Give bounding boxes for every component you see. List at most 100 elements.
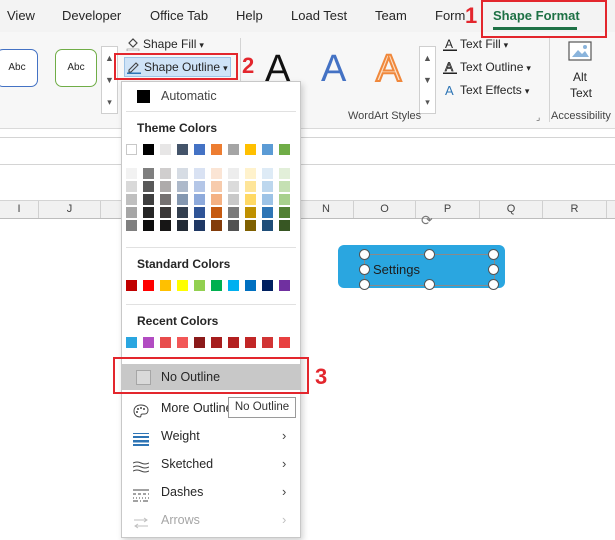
theme-shade-swatch[interactable] xyxy=(177,207,188,218)
theme-shade-swatch[interactable] xyxy=(262,194,273,205)
recent-color-swatch[interactable] xyxy=(211,337,222,348)
tab-view[interactable]: View xyxy=(7,0,35,32)
theme-shade-swatch[interactable] xyxy=(262,181,273,192)
theme-shade-swatch[interactable] xyxy=(211,207,222,218)
text-outline-button[interactable]: A Text Outline ▾ xyxy=(443,57,531,77)
tab-developer[interactable]: Developer xyxy=(62,0,121,32)
theme-shade-swatch[interactable] xyxy=(211,168,222,179)
wordart-styles-scroll[interactable]: ▲ ▼ ▾ xyxy=(419,46,436,114)
theme-shade-swatch[interactable] xyxy=(126,181,137,192)
shape-style-preset-1[interactable]: Abc xyxy=(0,49,38,87)
theme-color-swatch[interactable] xyxy=(143,144,154,155)
theme-shade-swatch[interactable] xyxy=(262,207,273,218)
theme-shade-swatch[interactable] xyxy=(262,168,273,179)
theme-shade-swatch[interactable] xyxy=(194,194,205,205)
theme-shade-swatch[interactable] xyxy=(228,181,239,192)
alt-text-icon[interactable] xyxy=(567,40,595,64)
standard-color-swatch[interactable] xyxy=(262,280,273,291)
dashes-item[interactable]: Dashes › xyxy=(122,479,300,505)
standard-color-swatch[interactable] xyxy=(279,280,290,291)
recent-color-swatch[interactable] xyxy=(228,337,239,348)
recent-color-swatch[interactable] xyxy=(245,337,256,348)
standard-color-swatch[interactable] xyxy=(245,280,256,291)
resize-handle[interactable] xyxy=(359,264,370,275)
resize-handle[interactable] xyxy=(359,249,370,260)
theme-shade-swatch[interactable] xyxy=(245,220,256,231)
scroll-up-icon[interactable]: ▲ xyxy=(420,47,435,69)
column-header-n[interactable]: N xyxy=(299,201,354,218)
weight-item[interactable]: Weight › xyxy=(122,423,300,449)
scroll-down-icon[interactable]: ▼ xyxy=(420,69,435,91)
resize-handle[interactable] xyxy=(488,249,499,260)
recent-color-swatch[interactable] xyxy=(177,337,188,348)
theme-color-swatch[interactable] xyxy=(245,144,256,155)
theme-shade-swatch[interactable] xyxy=(279,220,290,231)
theme-color-swatch[interactable] xyxy=(126,144,137,155)
theme-shade-swatch[interactable] xyxy=(245,181,256,192)
text-effects-button[interactable]: A Text Effects ▾ xyxy=(443,80,529,100)
column-header-o[interactable]: O xyxy=(354,201,416,218)
dialog-launcher-icon[interactable]: ⌟ xyxy=(536,112,540,123)
column-header-i[interactable]: I xyxy=(0,201,39,218)
theme-shade-swatch[interactable] xyxy=(126,168,137,179)
standard-color-swatch[interactable] xyxy=(160,280,171,291)
theme-color-swatch[interactable] xyxy=(279,144,290,155)
theme-shade-swatch[interactable] xyxy=(177,220,188,231)
theme-shade-swatch[interactable] xyxy=(211,220,222,231)
alt-text-label-line2[interactable]: Text xyxy=(570,86,592,100)
theme-shade-swatch[interactable] xyxy=(194,207,205,218)
theme-color-swatch[interactable] xyxy=(262,144,273,155)
theme-shade-swatch[interactable] xyxy=(177,168,188,179)
automatic-color-item[interactable]: Automatic xyxy=(122,83,300,109)
standard-color-swatch[interactable] xyxy=(126,280,137,291)
theme-shade-swatch[interactable] xyxy=(160,207,171,218)
theme-color-swatch[interactable] xyxy=(194,144,205,155)
theme-shade-swatch[interactable] xyxy=(245,168,256,179)
tab-office-tab[interactable]: Office Tab xyxy=(150,0,208,32)
standard-color-swatch[interactable] xyxy=(211,280,222,291)
resize-handle[interactable] xyxy=(359,279,370,290)
theme-shade-swatch[interactable] xyxy=(279,168,290,179)
theme-shade-swatch[interactable] xyxy=(143,168,154,179)
theme-color-swatch[interactable] xyxy=(228,144,239,155)
wordart-style-blue[interactable]: A xyxy=(321,47,346,91)
wordart-style-orange-outline[interactable]: A xyxy=(375,47,402,91)
theme-shade-swatch[interactable] xyxy=(160,181,171,192)
theme-shade-swatch[interactable] xyxy=(211,194,222,205)
recent-color-swatch[interactable] xyxy=(126,337,137,348)
theme-shade-swatch[interactable] xyxy=(228,220,239,231)
theme-shade-swatch[interactable] xyxy=(143,181,154,192)
theme-shade-swatch[interactable] xyxy=(194,168,205,179)
column-header-q[interactable]: Q xyxy=(480,201,543,218)
resize-handle[interactable] xyxy=(488,279,499,290)
theme-shade-swatch[interactable] xyxy=(262,220,273,231)
recent-color-swatch[interactable] xyxy=(279,337,290,348)
theme-shade-swatch[interactable] xyxy=(228,207,239,218)
column-header-r[interactable]: R xyxy=(543,201,607,218)
shape-style-preset-2[interactable]: Abc xyxy=(55,49,97,87)
tab-format[interactable]: Form xyxy=(435,0,465,32)
recent-color-swatch[interactable] xyxy=(194,337,205,348)
theme-shade-swatch[interactable] xyxy=(279,194,290,205)
theme-color-swatch[interactable] xyxy=(211,144,222,155)
recent-color-swatch[interactable] xyxy=(160,337,171,348)
tab-team[interactable]: Team xyxy=(375,0,407,32)
theme-shade-swatch[interactable] xyxy=(126,220,137,231)
theme-shade-swatch[interactable] xyxy=(160,168,171,179)
theme-shade-swatch[interactable] xyxy=(228,168,239,179)
theme-shade-swatch[interactable] xyxy=(143,220,154,231)
theme-shade-swatch[interactable] xyxy=(194,220,205,231)
theme-shade-swatch[interactable] xyxy=(160,194,171,205)
sketched-item[interactable]: Sketched › xyxy=(122,451,300,477)
recent-color-swatch[interactable] xyxy=(262,337,273,348)
theme-shade-swatch[interactable] xyxy=(245,194,256,205)
resize-handle[interactable] xyxy=(424,249,435,260)
recent-color-swatch[interactable] xyxy=(143,337,154,348)
theme-shade-swatch[interactable] xyxy=(160,220,171,231)
theme-color-swatch[interactable] xyxy=(177,144,188,155)
theme-shade-swatch[interactable] xyxy=(245,207,256,218)
theme-shade-swatch[interactable] xyxy=(143,194,154,205)
alt-text-label-line1[interactable]: Alt xyxy=(573,70,587,84)
theme-shade-swatch[interactable] xyxy=(228,194,239,205)
standard-color-swatch[interactable] xyxy=(228,280,239,291)
